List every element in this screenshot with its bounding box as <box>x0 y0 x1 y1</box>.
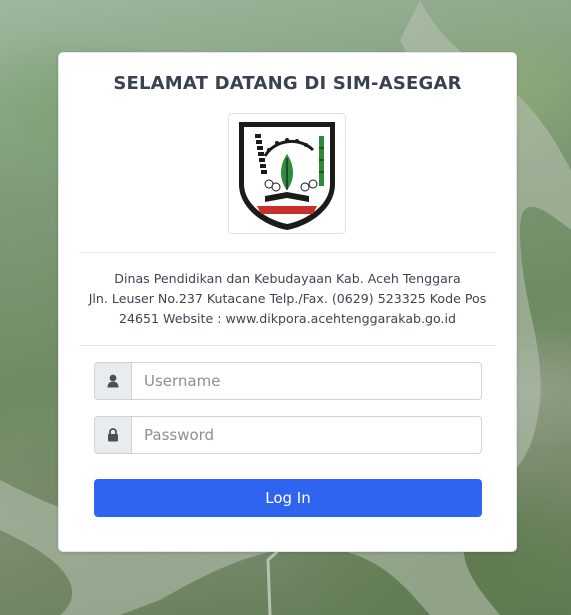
divider-top <box>79 252 496 253</box>
address-line-3: 24651 Website : www.dikpora.acehtenggara… <box>118 311 457 326</box>
address-line-2: Jln. Leuser No.237 Kutacane Telp./Fax. (… <box>88 291 487 306</box>
lock-icon <box>94 416 131 454</box>
password-input[interactable] <box>131 416 482 454</box>
username-group <box>94 362 482 400</box>
password-group <box>94 416 482 454</box>
office-address: Dinas Pendidikan dan Kebudayaan Kab. Ace… <box>79 269 496 329</box>
divider-bottom <box>79 345 496 346</box>
login-button[interactable]: Log In <box>94 479 482 517</box>
address-line-1: Dinas Pendidikan dan Kebudayaan Kab. Ace… <box>114 271 461 286</box>
page-title: SELAMAT DATANG DI SIM-ASEGAR <box>113 73 462 94</box>
user-icon <box>94 362 131 400</box>
aceh-tenggara-emblem-logo <box>239 122 335 230</box>
login-card: SELAMAT DATANG DI SIM-ASEGAR Dinas Pendi… <box>58 52 517 552</box>
username-input[interactable] <box>131 362 482 400</box>
logo-frame <box>228 113 346 234</box>
